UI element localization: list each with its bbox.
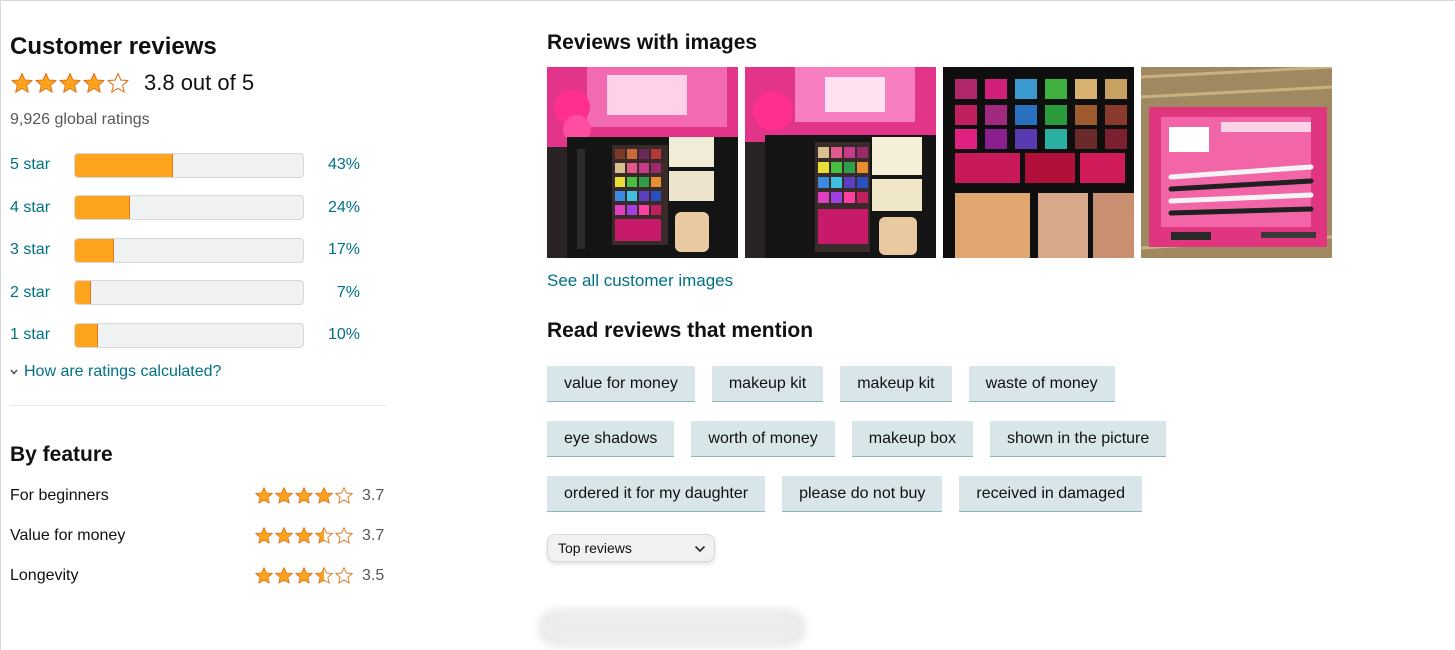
reviews-media-panel: Reviews with images See all customer ima… — [547, 30, 1447, 562]
global-ratings-count: 9,926 global ratings — [10, 111, 150, 128]
feature-row: For beginners 3.7 — [10, 476, 386, 516]
mention-chip[interactable]: worth of money — [691, 421, 835, 457]
feature-list: For beginners 3.7 Value for money 3.7 Lo… — [10, 476, 386, 596]
histogram-bar[interactable] — [74, 195, 304, 221]
histogram-row-2-star[interactable]: 2 star 7% — [10, 272, 386, 315]
section-divider — [10, 404, 386, 406]
mention-chip[interactable]: value for money — [547, 366, 695, 402]
histogram-bar[interactable] — [74, 280, 304, 306]
star-empty-icon — [334, 486, 354, 505]
sort-reviews-dropdown[interactable]: Top reviews — [547, 534, 715, 562]
histogram-fill — [75, 153, 174, 177]
mention-chip[interactable]: ordered it for my daughter — [547, 476, 766, 512]
histogram-percent[interactable]: 43% — [304, 156, 360, 174]
review-image-3[interactable] — [943, 67, 1134, 258]
see-all-customer-images-link[interactable]: See all customer images — [547, 270, 1447, 292]
star-empty-icon — [334, 526, 354, 545]
mention-chip[interactable]: waste of money — [968, 366, 1115, 402]
review-image-1[interactable] — [547, 67, 738, 258]
chip-row: eye shadows worth of money makeup box sh… — [547, 421, 1247, 457]
histogram-percent[interactable]: 24% — [304, 199, 360, 217]
feature-row: Value for money 3.7 — [10, 516, 386, 556]
mention-chip[interactable]: received in damaged — [959, 476, 1142, 512]
feature-row: Longevity 3.5 — [10, 556, 386, 596]
mention-chip[interactable]: shown in the picture — [989, 421, 1167, 457]
review-image-4[interactable] — [1141, 67, 1332, 258]
star-empty-icon — [106, 72, 130, 94]
histogram-fill — [75, 196, 130, 220]
reviews-with-images-title: Reviews with images — [547, 31, 758, 54]
histogram-bar[interactable] — [74, 322, 304, 348]
star-full-icon — [58, 72, 82, 94]
histogram-fill — [75, 281, 91, 305]
customer-reviews-title: Customer reviews — [10, 33, 217, 60]
by-feature-title: By feature — [10, 442, 113, 466]
histogram-percent[interactable]: 17% — [304, 241, 360, 259]
feature-name: Value for money — [10, 526, 126, 544]
star-full-icon — [294, 486, 314, 505]
histogram-label[interactable]: 2 star — [10, 284, 74, 302]
mention-chip[interactable]: makeup kit — [840, 366, 952, 402]
star-full-icon — [254, 566, 274, 585]
star-full-icon — [82, 72, 106, 94]
feature-stars — [254, 566, 354, 585]
chip-row: value for money makeup kit makeup kit wa… — [547, 366, 1247, 402]
mention-chip[interactable]: eye shadows — [547, 421, 675, 457]
mention-chips: value for money makeup kit makeup kit wa… — [547, 366, 1247, 512]
feature-name: Longevity — [10, 566, 79, 584]
star-full-icon — [294, 526, 314, 545]
histogram-label[interactable]: 4 star — [10, 199, 74, 217]
histogram-label[interactable]: 1 star — [10, 326, 74, 344]
rating-histogram: 5 star 43% 4 star 24% 3 star 17% 2 star … — [10, 144, 386, 357]
histogram-percent[interactable]: 10% — [304, 326, 360, 344]
read-reviews-mention-title: Read reviews that mention — [547, 319, 814, 342]
mention-chip[interactable]: please do not buy — [782, 476, 943, 512]
how-ratings-calculated-label[interactable]: How are ratings calculated? — [24, 363, 221, 381]
star-full-icon — [254, 486, 274, 505]
star-empty-icon — [334, 566, 354, 585]
review-image-strip — [547, 67, 1447, 258]
feature-name: For beginners — [10, 486, 109, 504]
histogram-row-1-star[interactable]: 1 star 10% — [10, 314, 386, 357]
histogram-bar[interactable] — [74, 237, 304, 263]
how-ratings-calculated-link[interactable]: How are ratings calculated? — [10, 361, 386, 383]
mention-chip[interactable]: makeup kit — [711, 366, 824, 402]
histogram-row-5-star[interactable]: 5 star 43% — [10, 144, 386, 187]
overall-rating-stars — [10, 72, 130, 94]
star-full-icon — [254, 526, 274, 545]
sort-selected-value: Top reviews — [558, 540, 632, 556]
feature-value: 3.7 — [362, 486, 385, 504]
star-full-icon — [10, 72, 34, 94]
star-full-icon — [274, 486, 294, 505]
star-full-icon — [34, 72, 58, 94]
histogram-row-3-star[interactable]: 3 star 17% — [10, 229, 386, 272]
histogram-label[interactable]: 3 star — [10, 241, 74, 259]
feature-stars — [254, 486, 354, 505]
star-full-icon — [294, 566, 314, 585]
overall-rating[interactable]: 3.8 out of 5 — [10, 68, 386, 98]
chevron-down-icon — [10, 366, 18, 378]
feature-stars — [254, 526, 354, 545]
feature-value: 3.7 — [362, 526, 385, 544]
star-half-icon — [314, 526, 334, 545]
chevron-down-icon — [694, 540, 706, 556]
histogram-percent[interactable]: 7% — [304, 284, 360, 302]
histogram-fill — [75, 323, 98, 347]
customer-reviews-panel: Customer reviews 3.8 out of 5 9,926 glob… — [10, 32, 386, 596]
star-full-icon — [274, 526, 294, 545]
blurred-review-placeholder — [537, 608, 807, 648]
histogram-row-4-star[interactable]: 4 star 24% — [10, 187, 386, 230]
histogram-fill — [75, 238, 114, 262]
chip-row: ordered it for my daughter please do not… — [547, 476, 1247, 512]
star-full-icon — [274, 566, 294, 585]
star-half-icon — [314, 566, 334, 585]
histogram-bar[interactable] — [74, 152, 304, 178]
star-full-icon — [314, 486, 334, 505]
mention-chip[interactable]: makeup box — [851, 421, 973, 457]
feature-value: 3.5 — [362, 566, 385, 584]
review-image-2[interactable] — [745, 67, 936, 258]
overall-rating-text: 3.8 out of 5 — [144, 70, 255, 95]
histogram-label[interactable]: 5 star — [10, 156, 74, 174]
